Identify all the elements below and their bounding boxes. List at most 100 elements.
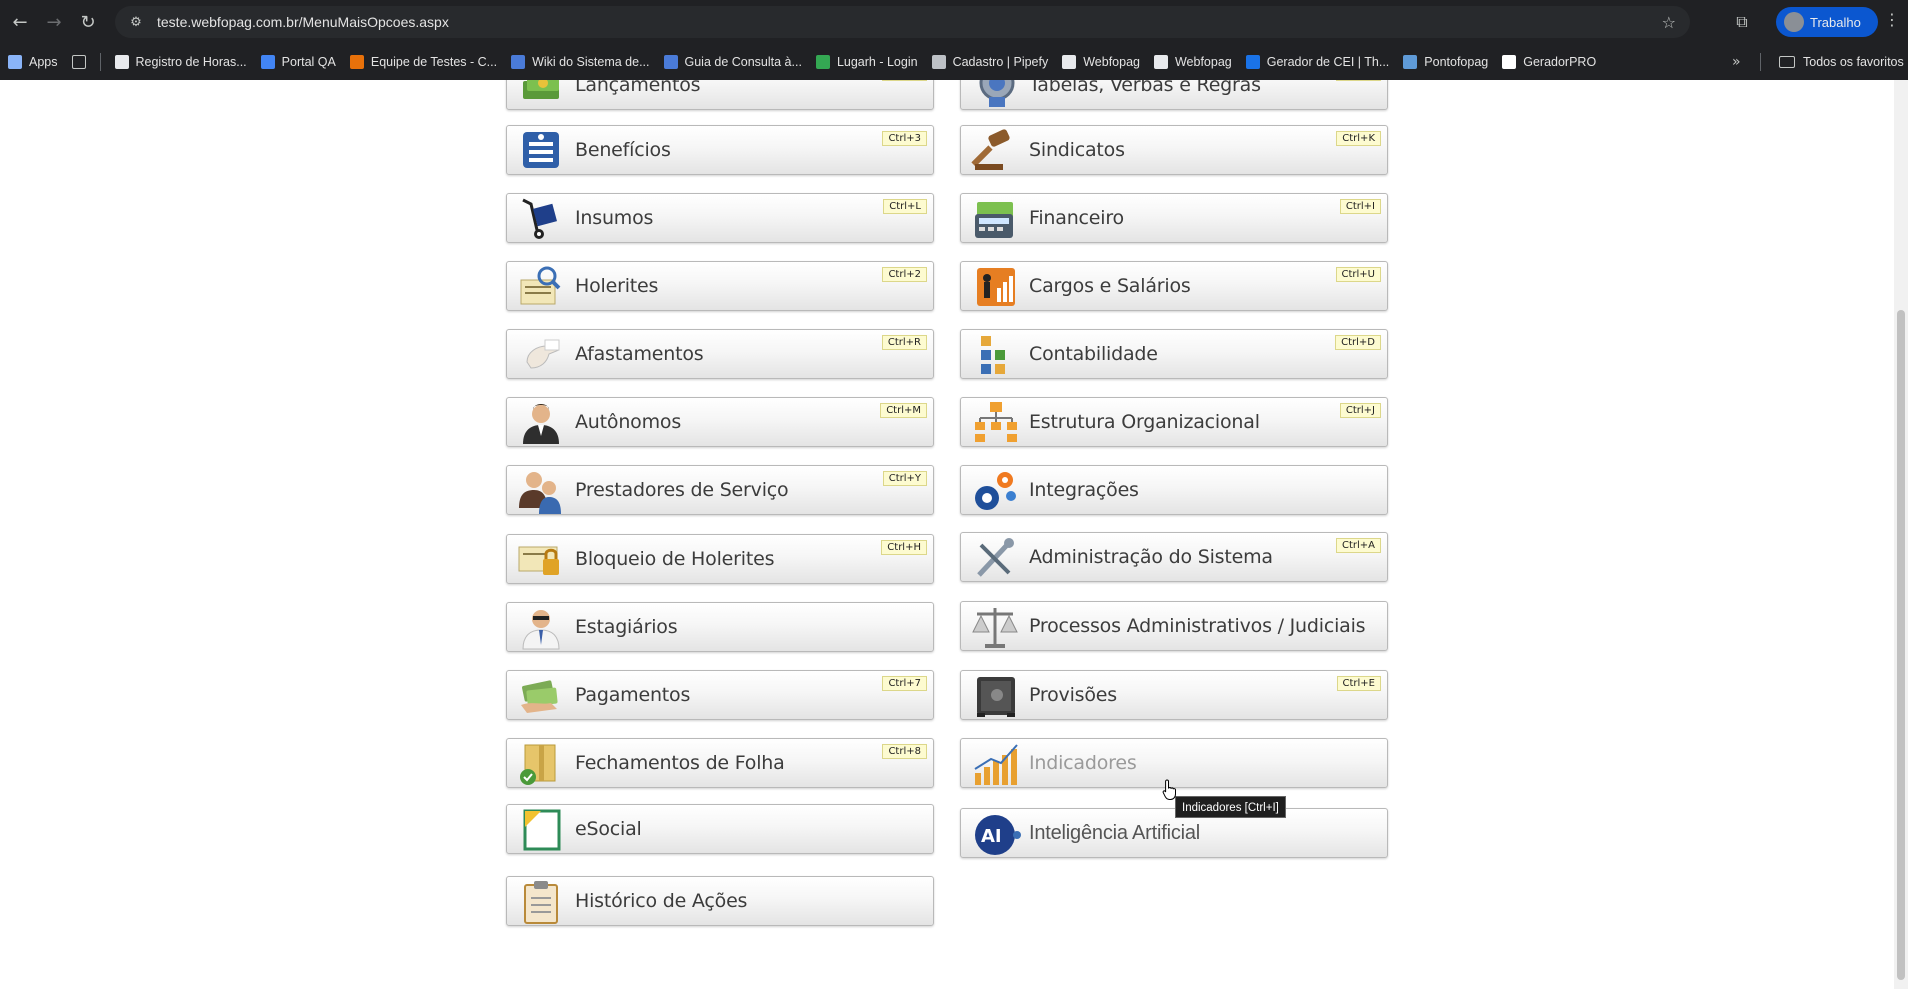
menu-button-safe[interactable]: Provisões Ctrl+E [960, 670, 1388, 720]
menu-button-seal[interactable]: Tabelas, Verbas e Regras Ctrl+B [960, 80, 1388, 110]
bookmark-label: Pontofopag [1424, 55, 1489, 69]
image-icon [663, 55, 678, 69]
benefits-icon [523, 132, 559, 168]
bookmark-item[interactable]: Registro de Horas... [114, 55, 247, 69]
menu-button-magnifier-document[interactable]: Holerites Ctrl+2 [506, 261, 934, 311]
menu-button-label: Fechamentos de Folha [575, 752, 785, 774]
more-bookmarks-icon[interactable]: » [1732, 54, 1741, 70]
bookmark-item[interactable]: Wiki do Sistema de... [511, 55, 650, 69]
app-icon [349, 55, 364, 69]
shortcut-badge: Ctrl+U [1335, 267, 1381, 282]
menu-button-label: Bloqueio de Holerites [575, 548, 775, 570]
menu-button-businessman[interactable]: Autônomos Ctrl+M [506, 397, 934, 447]
shortcut-badge: Ctrl+M [880, 403, 927, 418]
menu-button-clipboard[interactable]: Histórico de Ações [506, 876, 934, 926]
bookmark-label: Webfopag [1083, 55, 1140, 69]
address-bar[interactable]: ⚙ teste.webfopag.com.br/MenuMaisOpcoes.a… [115, 6, 1690, 38]
menu-button-label: Inteligência Artificial [1029, 822, 1201, 844]
menu-button-hand-truck[interactable]: Insumos Ctrl+L [506, 193, 934, 243]
forward-icon[interactable]: → [40, 8, 68, 36]
bookmark-label: Lugarh - Login [836, 55, 918, 69]
mouse-cursor-icon [1162, 779, 1176, 800]
triangle-icon [1502, 55, 1517, 69]
browser-menu-icon[interactable]: ⋮ [1884, 10, 1900, 29]
extensions-icon[interactable]: ⧉ [1728, 8, 1756, 36]
svg-text:AI: AI [981, 826, 1002, 847]
back-icon[interactable]: ← [6, 8, 34, 36]
bookmark-item[interactable]: Lugarh - Login [815, 55, 918, 69]
menu-button-label: Administração do Sistema [1029, 546, 1273, 568]
bookmark-item[interactable]: Cadastro | Pipefy [931, 55, 1049, 69]
menu-button-esocial[interactable]: eSocial [506, 804, 934, 854]
menu-button-intern[interactable]: Estagiários [506, 602, 934, 652]
bookmarks-divider [99, 53, 101, 71]
bookmark-item[interactable]: Portal QA [260, 55, 336, 69]
menu-button-money-hand[interactable]: Pagamentos Ctrl+7 [506, 670, 934, 720]
people-icon [519, 472, 561, 514]
shortcut-badge: Ctrl+B [1335, 80, 1381, 81]
money-hand-icon [521, 680, 558, 713]
bookmark-item[interactable]: Guia de Consulta à... [663, 55, 802, 69]
menu-button-label: Autônomos [575, 411, 682, 433]
menu-button-label: Integrações [1029, 479, 1139, 501]
menu-button-benefits[interactable]: Benefícios Ctrl+3 [506, 125, 934, 175]
menu-button-career-chart[interactable]: Cargos e Salários Ctrl+U [960, 261, 1388, 311]
shortcut-badge: Ctrl+7 [882, 676, 927, 691]
menu-button-label: Financeiro [1029, 207, 1124, 229]
bookmark-label: Webfopag [1174, 55, 1232, 69]
padlock-document-icon [518, 546, 559, 575]
page-scrollbar[interactable] [1894, 80, 1908, 989]
menu-button-gavel[interactable]: Sindicatos Ctrl+K [960, 125, 1388, 175]
menu-button-bandaged-hand[interactable]: Afastamentos Ctrl+R [506, 329, 934, 379]
menu-button-scales[interactable]: Processos Administrativos / Judiciais [960, 601, 1388, 651]
search-icon [260, 55, 275, 69]
bookmark-item[interactable]: GeradorPRO [1502, 55, 1596, 69]
menu-button-calculator-money[interactable]: Financeiro Ctrl+I [960, 193, 1388, 243]
menu-button-tools[interactable]: Administração do Sistema Ctrl+A [960, 532, 1388, 582]
bandaged-hand-icon [526, 339, 560, 369]
safe-icon [977, 677, 1015, 717]
menu-button-label: eSocial [575, 818, 642, 840]
menu-button-org-chart[interactable]: Estrutura Organizacional Ctrl+J [960, 397, 1388, 447]
esocial-icon [523, 809, 561, 851]
shortcut-badge: Ctrl+E [1336, 676, 1381, 691]
all-bookmarks-label: Todos os favoritos [1803, 55, 1904, 69]
menu-button-money-stack[interactable]: Lançamentos Ctrl+1 [506, 80, 934, 110]
reload-icon[interactable]: ↻ [74, 8, 102, 36]
hand-truck-icon [522, 198, 557, 239]
menu-button-ai-gear[interactable]: AI Inteligência Artificial [960, 808, 1388, 858]
all-bookmarks-button[interactable]: Todos os favoritos [1760, 53, 1904, 71]
bookmark-item[interactable]: Gerador de CEI | Th... [1245, 55, 1389, 69]
scrollbar-thumb[interactable] [1897, 310, 1905, 980]
gears-icon [975, 472, 1016, 510]
menu-button-gears[interactable]: Integrações [960, 465, 1388, 515]
menu-button-padlock-document[interactable]: Bloqueio de Holerites Ctrl+H [506, 534, 934, 584]
menu-button-folder-check[interactable]: Fechamentos de Folha Ctrl+8 [506, 738, 934, 788]
bookmark-item[interactable]: Webfopag [1153, 55, 1232, 69]
url-text[interactable]: teste.webfopag.com.br/MenuMaisOpcoes.asp… [157, 14, 449, 30]
menu-button-label: Contabilidade [1029, 343, 1158, 365]
site-info-icon[interactable]: ⚙ [127, 13, 145, 31]
avatar [1784, 12, 1804, 32]
folder-check-icon [520, 744, 556, 785]
menu-button-accounting-blocks[interactable]: Contabilidade Ctrl+D [960, 329, 1388, 379]
menu-button-people[interactable]: Prestadores de Serviço Ctrl+Y [506, 465, 934, 515]
bookmark-label: Registro de Horas... [135, 55, 247, 69]
page-icon [1062, 55, 1077, 69]
shortcut-badge: Ctrl+2 [882, 267, 927, 282]
bookmark-item[interactable]: Webfopag [1062, 55, 1140, 69]
page-icon [1153, 55, 1168, 69]
menu-button-label: Benefícios [575, 139, 671, 161]
tools-icon [977, 538, 1014, 577]
bookmark-item[interactable]: Pontofopag [1403, 55, 1488, 69]
menu-button-label: Processos Administrativos / Judiciais [1029, 615, 1366, 637]
shortcut-badge: Ctrl+I [1339, 199, 1381, 214]
bookmark-item[interactable]: Apps [8, 55, 58, 69]
tab-groups-icon[interactable] [71, 55, 86, 69]
bookmark-star-icon[interactable]: ☆ [1662, 13, 1676, 32]
profile-button[interactable]: Trabalho [1776, 7, 1878, 37]
bookmark-item[interactable]: Equipe de Testes - C... [349, 55, 497, 69]
bookmark-label: Cadastro | Pipefy [952, 55, 1049, 69]
shortcut-badge: Ctrl+3 [882, 131, 927, 146]
folder-icon [1779, 56, 1795, 68]
